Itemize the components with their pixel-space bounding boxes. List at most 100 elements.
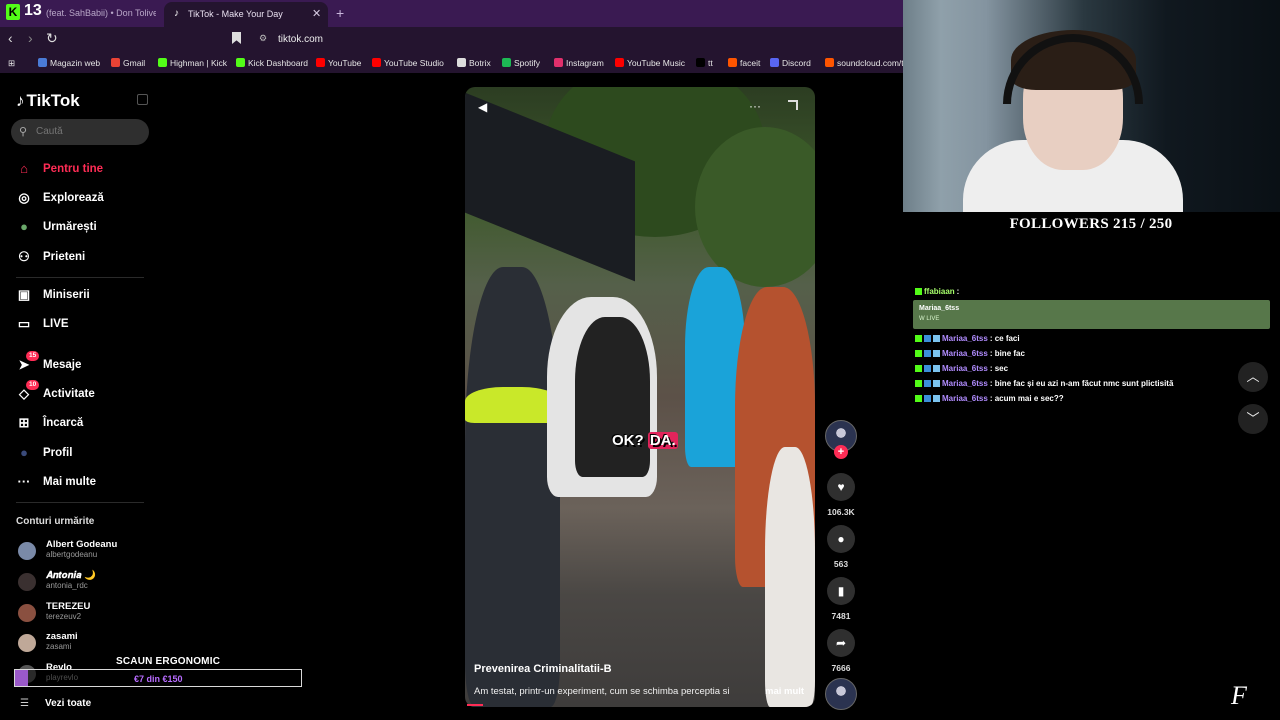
chevron-up-icon: ︿ xyxy=(1246,369,1260,384)
bookmark-7[interactable]: Spotify xyxy=(502,58,540,68)
bookmark-label: Instagram xyxy=(566,58,604,68)
following-account[interactable]: Albert Godeanu albertgodeanu xyxy=(16,539,156,563)
bookmark-6[interactable]: Botrix xyxy=(457,58,491,68)
video-more-link[interactable]: mai mult xyxy=(765,686,804,697)
sidebar-item-label: Profil xyxy=(43,447,73,459)
tiktok-logo-text: TikTok xyxy=(26,91,80,110)
bookmark-8[interactable]: Instagram xyxy=(554,58,604,68)
bookmark-label: YouTube xyxy=(328,58,362,68)
bookmark-label: faceit xyxy=(740,58,761,68)
chat-username[interactable]: Mariaa_6tss xyxy=(942,334,988,343)
bookmark-12[interactable]: Discord xyxy=(770,58,811,68)
sidebar-item-label: Urmărești xyxy=(43,221,97,233)
video-more-options-icon[interactable]: ··· xyxy=(749,99,761,113)
bookmark-label: Magazin web xyxy=(50,58,101,68)
sticker-text: OK? xyxy=(612,432,644,449)
chat-username[interactable]: Mariaa_6tss xyxy=(942,394,988,403)
sticker-highlight: DA. xyxy=(647,432,678,449)
new-tab-icon[interactable]: + xyxy=(336,5,344,21)
tiktok-note-icon: ♪ xyxy=(16,91,25,110)
chat-username[interactable]: Mariaa_6tss xyxy=(942,379,988,388)
bookmark-0[interactable]: Magazin web xyxy=(38,58,100,68)
chat-highlight-banner xyxy=(913,300,1270,329)
site-info-icon[interactable]: ⚙ xyxy=(259,33,267,44)
sidebar-item-label: Explorează xyxy=(43,192,104,204)
avatar xyxy=(18,542,36,560)
kick-badge-icon xyxy=(915,288,922,295)
video-player[interactable] xyxy=(465,87,815,707)
bookmark-1[interactable]: Gmail xyxy=(111,58,145,68)
bookmark-icon: ▮ xyxy=(837,584,845,598)
bookmark-5[interactable]: YouTube Studio xyxy=(372,58,444,68)
bookmark-4[interactable]: YouTube xyxy=(316,58,361,68)
search-input[interactable] xyxy=(36,126,136,137)
bookmark-11[interactable]: faceit xyxy=(728,58,760,68)
bookmark-favicon-icon xyxy=(236,58,245,67)
share-button[interactable]: ➦ xyxy=(827,629,855,657)
bookmark-2[interactable]: Highman | Kick xyxy=(158,58,227,68)
follow-plus-icon[interactable]: + xyxy=(834,445,848,459)
forward-icon[interactable]: › xyxy=(28,30,33,46)
bookmark-13[interactable]: soundcloud.com/t xyxy=(825,58,904,68)
account-name: 𝑨𝒏𝒕𝒐𝒏𝒊𝒂 🌙 xyxy=(46,570,96,581)
bookmark-favicon-icon xyxy=(372,58,381,67)
bookmark-10[interactable]: tt xyxy=(696,58,713,68)
back-icon[interactable]: ‹ xyxy=(8,30,13,46)
chat-username[interactable]: Mariaa_6tss xyxy=(942,349,988,358)
kick-badge-icon xyxy=(915,350,922,357)
fullscreen-icon[interactable] xyxy=(788,100,798,110)
video-officer-stripe xyxy=(465,387,560,423)
bookmark-favicon-icon xyxy=(38,58,47,67)
video-author-title[interactable]: Prevenirea Criminalitatii-B xyxy=(474,663,612,675)
bookmark-favicon-icon xyxy=(111,58,120,67)
like-button[interactable]: ♥ xyxy=(827,473,855,501)
save-count: 7481 xyxy=(831,611,851,621)
collapse-sidebar-icon[interactable] xyxy=(137,94,148,105)
chat-message: Mariaa_6tss: bine fac xyxy=(915,349,1025,358)
miniseries-icon: ▣ xyxy=(17,287,31,302)
more-icon: ··· xyxy=(17,474,31,489)
chat-text: : ce faci xyxy=(989,334,1020,343)
bookmark-9[interactable]: YouTube Music xyxy=(615,58,685,68)
save-button[interactable]: ▮ xyxy=(827,577,855,605)
video-caption-sticker: OK? DA. xyxy=(612,432,678,449)
gift-badge-icon xyxy=(933,365,940,372)
comment-button[interactable]: ● xyxy=(827,525,855,553)
bookmark-favicon-icon xyxy=(615,58,624,67)
browser-toolbar xyxy=(0,27,903,53)
scroll-down-button[interactable]: ﹀ xyxy=(1238,404,1268,434)
notification-badge: 15 xyxy=(26,351,40,361)
chat-highlight-user: Mariaa_6tss xyxy=(919,305,960,312)
chat-username[interactable]: ffabiaan xyxy=(924,287,955,296)
close-tab-icon[interactable]: ✕ xyxy=(312,7,321,20)
tiktok-logo[interactable]: ♪ TikTok xyxy=(16,91,80,111)
chat-text: : xyxy=(956,287,960,296)
gift-badge-icon xyxy=(933,350,940,357)
following-account[interactable]: zasami zasami xyxy=(16,631,156,655)
bookmark-3[interactable]: Kick Dashboard xyxy=(236,58,308,68)
reload-icon[interactable]: ↻ xyxy=(46,30,58,47)
browser-tab-spotify[interactable]: (feat. SahBabii) • Don Toliver, xyxy=(46,8,156,18)
chat-username[interactable]: Mariaa_6tss xyxy=(942,364,988,373)
address-bar[interactable]: tiktok.com xyxy=(278,34,323,45)
subscriber-badge-icon xyxy=(924,350,931,357)
following-account[interactable]: 𝑨𝒏𝒕𝒐𝒏𝒊𝒂 🌙 antonia_rdc xyxy=(16,570,156,594)
see-all-link[interactable]: Vezi toate xyxy=(45,698,91,709)
apps-grid-icon[interactable]: ⊞ xyxy=(8,58,15,69)
subscriber-badge-icon xyxy=(924,365,931,372)
streamer-logo: F xyxy=(1231,681,1247,710)
sidebar-item-label: Încarcă xyxy=(43,417,84,429)
bookmark-label: Botrix xyxy=(469,58,491,68)
subscriber-badge-icon xyxy=(924,395,931,402)
browser-tab-tiktok[interactable]: ♪ TikTok - Make Your Day ✕ xyxy=(164,2,328,27)
bookmark-favicon-icon xyxy=(825,58,834,67)
browser-tab-title: TikTok - Make Your Day xyxy=(188,9,283,19)
bookmark-favicon-icon xyxy=(502,58,511,67)
video-progress-bar[interactable] xyxy=(467,704,483,706)
music-disc-avatar[interactable] xyxy=(825,678,857,710)
kick-badge-icon xyxy=(915,365,922,372)
volume-icon[interactable]: ◀ xyxy=(478,100,487,114)
scroll-up-button[interactable]: ︿ xyxy=(1238,362,1268,392)
following-account[interactable]: TEREZEU terezeuv2 xyxy=(16,601,156,625)
sidebar-item-label: Pentru tine xyxy=(43,163,104,175)
